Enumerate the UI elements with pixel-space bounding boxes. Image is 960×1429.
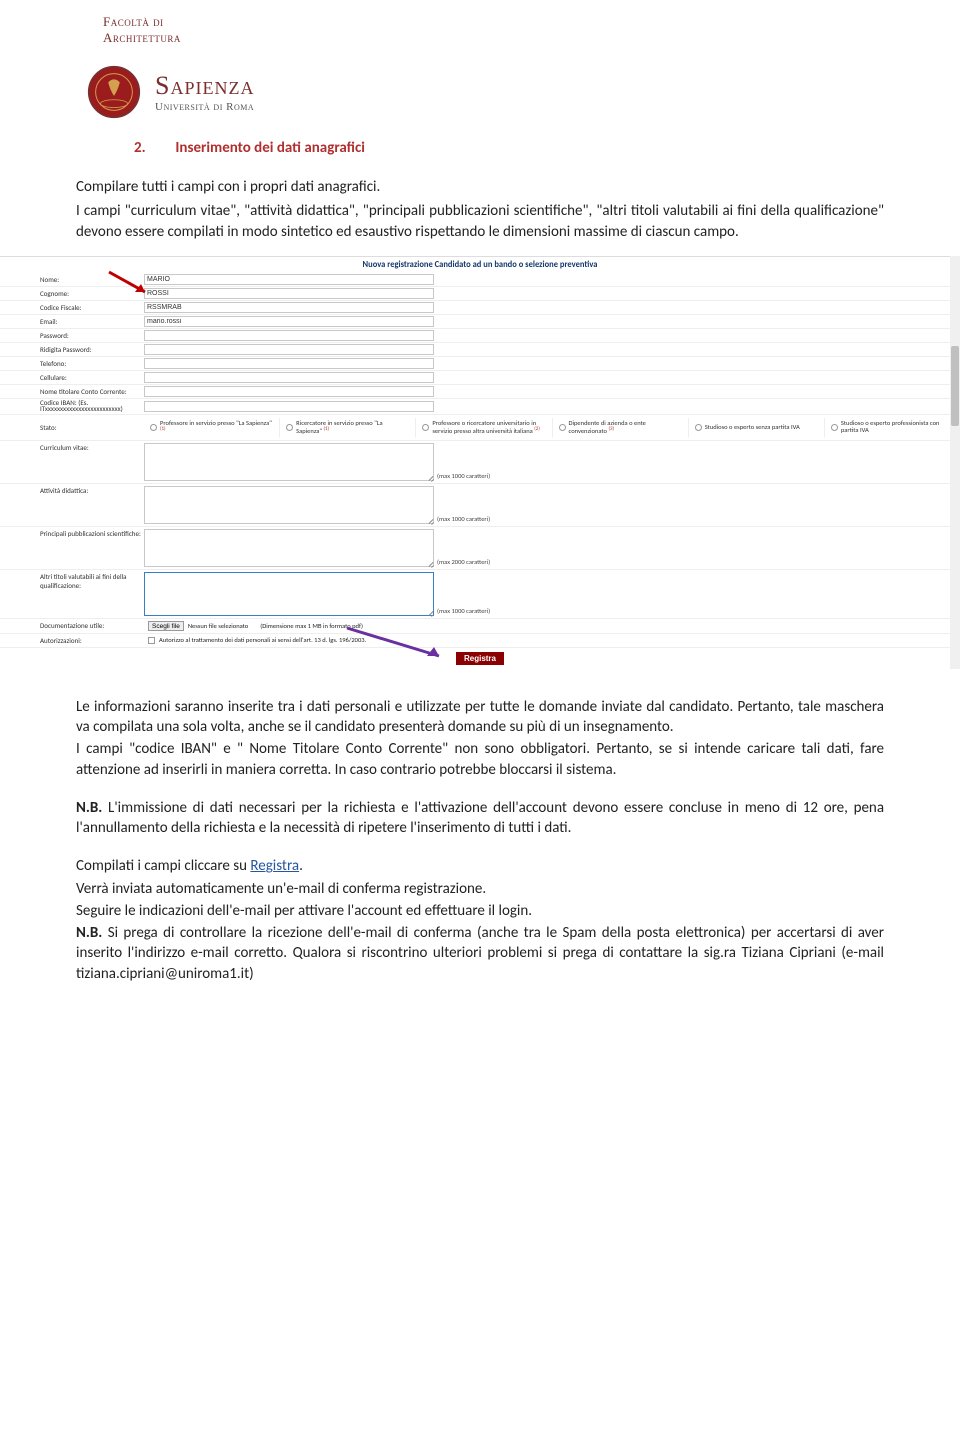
stato-opt-2: Professore o ricercatore universitario i… [432, 420, 545, 435]
textarea-altri[interactable] [144, 572, 434, 616]
textarea-pubb[interactable] [144, 529, 434, 567]
section-title: 2. Inserimento dei dati anagrafici [134, 139, 960, 157]
choose-file-button[interactable]: Scegli file [148, 621, 184, 631]
input-titolare[interactable] [144, 386, 434, 397]
label-ridigita: Ridigita Password: [40, 345, 144, 354]
label-pubb: Principali pubblicazioni scientifiche: [40, 529, 144, 538]
input-email[interactable] [144, 316, 434, 327]
label-cf: Codice Fiscale: [40, 303, 144, 312]
auth-checkbox[interactable] [148, 637, 155, 644]
after-p6: Seguire le indicazioni dell'e-mail per a… [76, 901, 884, 921]
scrollbar-thumb[interactable] [951, 346, 959, 426]
no-file-text: Nessun file selezionato [188, 622, 248, 630]
label-password: Password: [40, 331, 144, 340]
faculty-header: Facoltà di Architettura [103, 14, 960, 45]
stato-opt-3: Dipendente di azienda o ente convenziona… [569, 420, 682, 435]
intro-p2: I campi "curriculum vitae", "attività di… [76, 201, 884, 242]
intro-p1: Compilare tutti i campi con i propri dat… [76, 177, 884, 197]
label-cv: Curriculum vitae: [40, 443, 144, 452]
label-nome: Nome: [40, 275, 144, 284]
crest-icon [85, 63, 143, 121]
form-screenshot: Nuova registrazione Candidato ad un band… [0, 256, 960, 669]
input-cellulare[interactable] [144, 372, 434, 383]
stato-opt-1: Ricercatore in servizio presso "La Sapie… [296, 420, 409, 435]
input-cf[interactable] [144, 302, 434, 313]
scrollbar[interactable] [950, 256, 960, 669]
after-p5: Verrà inviata automaticamente un'e-mail … [76, 879, 884, 899]
section-number: 2. [134, 139, 172, 157]
auth-text: Autorizzo al trattamento dei dati person… [159, 636, 366, 644]
label-email: Email: [40, 317, 144, 326]
input-iban[interactable] [144, 401, 434, 412]
stato-opt-0: Professore in servizio presso "La Sapien… [160, 420, 273, 435]
input-telefono[interactable] [144, 358, 434, 369]
label-auth: Autorizzazioni: [40, 636, 144, 645]
radio-stato-1[interactable] [286, 424, 293, 431]
textarea-cv[interactable] [144, 443, 434, 481]
radio-stato-0[interactable] [150, 424, 157, 431]
hint-pubb: (max 2000 caratteri) [437, 558, 490, 566]
label-cognome: Cognome: [40, 289, 144, 298]
after-p1: Le informazioni saranno inserite tra i d… [76, 697, 884, 738]
label-iban: Codice IBAN: (Es. ITxxxxxxxxxxxxxxxxxxxx… [40, 400, 144, 413]
faculty-line1: Facoltà di [103, 14, 960, 30]
registra-button[interactable]: Registra [456, 652, 504, 665]
doc-hint: (Dimensione max 1 MB in formato pdf) [260, 622, 363, 630]
hint-altri: (max 1000 caratteri) [437, 607, 490, 615]
input-password[interactable] [144, 330, 434, 341]
label-cellulare: Cellulare: [40, 373, 144, 382]
radio-stato-4[interactable] [695, 424, 702, 431]
faculty-line2: Architettura [103, 30, 960, 46]
input-ridigita[interactable] [144, 344, 434, 355]
label-altri: Altri titoli valutabili ai fini della qu… [40, 572, 144, 590]
logo-subtitle: Università di Roma [155, 101, 254, 113]
logo-name: Sapienza [155, 71, 254, 101]
radio-stato-5[interactable] [831, 424, 838, 431]
label-stato: Stato: [40, 423, 144, 432]
after-p7: N.B. Si prega di controllare la ricezion… [76, 923, 884, 984]
label-titolare: Nome titolare Conto Corrente: [40, 387, 144, 396]
stato-opt-5: Studioso o esperto professionista con pa… [841, 420, 954, 434]
stato-opt-4: Studioso o esperto senza partita IVA [705, 424, 800, 431]
section-title-text: Inserimento dei dati anagrafici [175, 139, 365, 157]
textarea-attivita[interactable] [144, 486, 434, 524]
registra-link[interactable]: Registra [250, 857, 299, 875]
hint-attivita: (max 1000 caratteri) [437, 515, 490, 523]
after-p3: N.B. L'immissione di dati necessari per … [76, 798, 884, 839]
logo-block: Sapienza Università di Roma [85, 63, 960, 121]
label-attivita: Attività didattica: [40, 486, 144, 495]
after-p2: I campi "codice IBAN" e " Nome Titolare … [76, 739, 884, 780]
radio-stato-2[interactable] [422, 424, 429, 431]
label-doc: Documentazione utile: [40, 621, 144, 630]
input-cognome[interactable] [144, 288, 434, 299]
after-p4: Compilati i campi cliccare su Registra. [76, 856, 884, 876]
radio-stato-3[interactable] [559, 424, 566, 431]
input-nome[interactable] [144, 274, 434, 285]
hint-cv: (max 1000 caratteri) [437, 472, 490, 480]
label-telefono: Telefono: [40, 359, 144, 368]
form-title: Nuova registrazione Candidato ad un band… [0, 257, 960, 273]
